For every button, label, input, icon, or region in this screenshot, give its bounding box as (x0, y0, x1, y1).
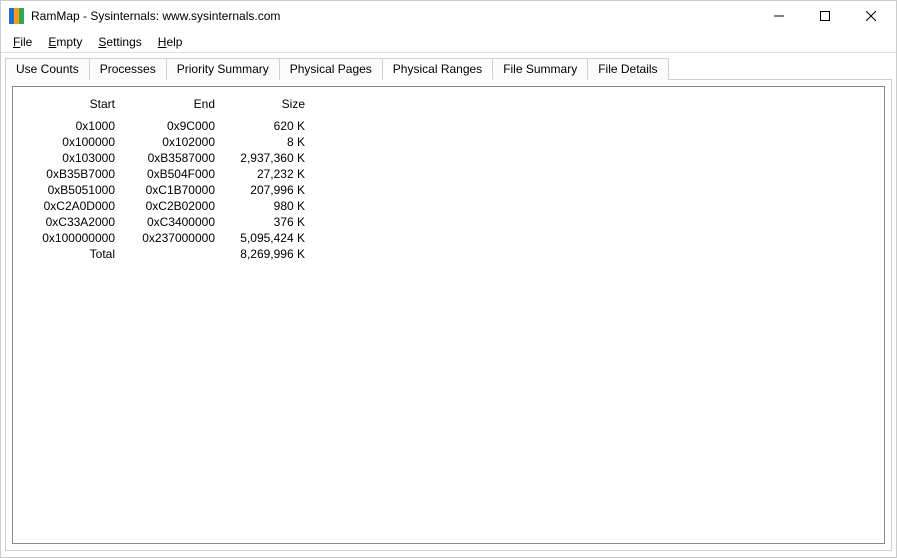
menu-file[interactable]: File (5, 33, 40, 51)
cell-end (123, 246, 223, 262)
table-header-row: Start End Size (23, 95, 313, 118)
cell-size: 207,996 K (223, 182, 313, 198)
cell-size: 27,232 K (223, 166, 313, 182)
cell-size: 8 K (223, 134, 313, 150)
cell-end: 0xC2B02000 (123, 198, 223, 214)
tab-processes[interactable]: Processes (89, 58, 167, 80)
col-header-size[interactable]: Size (223, 95, 313, 118)
table-row[interactable]: 0x1030000xB35870002,937,360 K (23, 150, 313, 166)
table-row[interactable]: Total 8,269,996 K (23, 246, 313, 262)
cell-start: 0x100000 (23, 134, 123, 150)
window-title: RamMap - Sysinternals: www.sysinternals.… (31, 9, 756, 23)
menubar: FileEmptySettingsHelp (1, 31, 896, 53)
table-row[interactable]: 0x1000000000x2370000005,095,424 K (23, 230, 313, 246)
ranges-frame: Start End Size 0x10000x9C000620 K0x10000… (12, 86, 885, 544)
cell-end: 0xC1B70000 (123, 182, 223, 198)
cell-end: 0x9C000 (123, 118, 223, 135)
close-icon (866, 11, 876, 21)
table-row[interactable]: 0x1000000x1020008 K (23, 134, 313, 150)
table-row[interactable]: 0xC2A0D0000xC2B02000980 K (23, 198, 313, 214)
ranges-table: Start End Size 0x10000x9C000620 K0x10000… (23, 95, 313, 262)
close-button[interactable] (848, 1, 894, 31)
tab-file-summary[interactable]: File Summary (492, 58, 588, 80)
maximize-icon (820, 11, 830, 21)
table-row[interactable]: 0xC33A20000xC3400000376 K (23, 214, 313, 230)
cell-end: 0x237000000 (123, 230, 223, 246)
cell-start: 0xC33A2000 (23, 214, 123, 230)
cell-end: 0xC3400000 (123, 214, 223, 230)
cell-end: 0xB3587000 (123, 150, 223, 166)
tab-panel: Start End Size 0x10000x9C000620 K0x10000… (5, 79, 892, 551)
tabstrip: Use CountsProcessesPriority SummaryPhysi… (5, 58, 892, 80)
cell-start: 0x100000000 (23, 230, 123, 246)
cell-size: 2,937,360 K (223, 150, 313, 166)
tab-file-details[interactable]: File Details (587, 58, 668, 80)
menu-empty[interactable]: Empty (40, 33, 90, 51)
client-area: Use CountsProcessesPriority SummaryPhysi… (1, 53, 896, 557)
col-header-end[interactable]: End (123, 95, 223, 118)
cell-size: 8,269,996 K (223, 246, 313, 262)
tab-use-counts[interactable]: Use Counts (5, 58, 90, 80)
cell-size: 620 K (223, 118, 313, 135)
menu-help[interactable]: Help (150, 33, 191, 51)
cell-start: 0x103000 (23, 150, 123, 166)
window-controls (756, 1, 894, 31)
cell-start: Total (23, 246, 123, 262)
cell-size: 376 K (223, 214, 313, 230)
cell-end: 0x102000 (123, 134, 223, 150)
cell-start: 0xC2A0D000 (23, 198, 123, 214)
cell-size: 980 K (223, 198, 313, 214)
titlebar: RamMap - Sysinternals: www.sysinternals.… (1, 1, 896, 31)
table-row[interactable]: 0xB35B70000xB504F00027,232 K (23, 166, 313, 182)
table-row[interactable]: 0x10000x9C000620 K (23, 118, 313, 135)
col-header-start[interactable]: Start (23, 95, 123, 118)
tab-priority-summary[interactable]: Priority Summary (166, 58, 280, 80)
minimize-button[interactable] (756, 1, 802, 31)
cell-start: 0xB5051000 (23, 182, 123, 198)
cell-end: 0xB504F000 (123, 166, 223, 182)
cell-size: 5,095,424 K (223, 230, 313, 246)
cell-start: 0xB35B7000 (23, 166, 123, 182)
app-icon (9, 8, 25, 24)
tab-physical-pages[interactable]: Physical Pages (279, 58, 383, 80)
maximize-button[interactable] (802, 1, 848, 31)
cell-start: 0x1000 (23, 118, 123, 135)
tab-physical-ranges[interactable]: Physical Ranges (382, 58, 493, 80)
table-row[interactable]: 0xB50510000xC1B70000207,996 K (23, 182, 313, 198)
menu-settings[interactable]: Settings (90, 33, 149, 51)
minimize-icon (774, 11, 784, 21)
